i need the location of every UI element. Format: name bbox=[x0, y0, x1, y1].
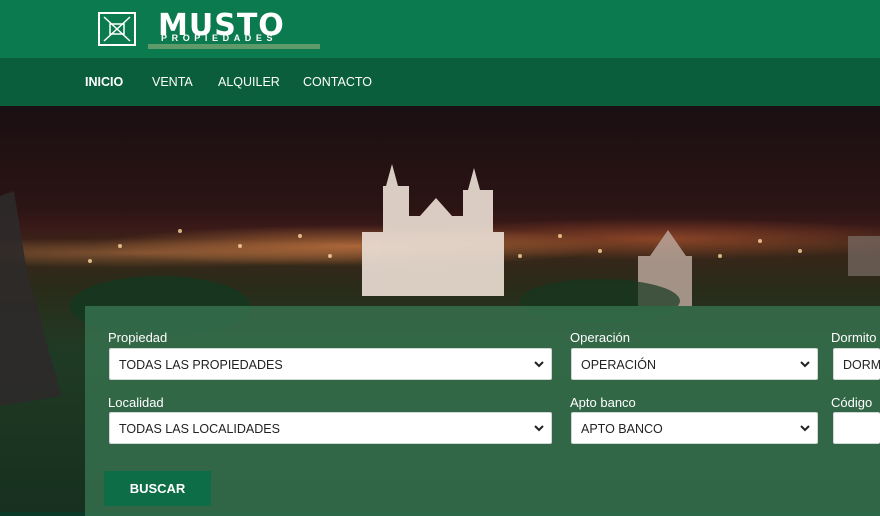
chevron-down-icon bbox=[800, 425, 810, 432]
localidad-label: Localidad bbox=[108, 395, 164, 410]
top-bar: MUSTO PROPIEDADES bbox=[0, 0, 880, 58]
nav-item-alquiler[interactable]: ALQUILER bbox=[218, 75, 280, 89]
dormitorios-select-value: DORM bbox=[843, 358, 880, 372]
nav-item-contacto[interactable]: CONTACTO bbox=[303, 75, 372, 89]
operacion-label: Operación bbox=[570, 330, 630, 345]
codigo-label: Código bbox=[831, 395, 873, 410]
codigo-input[interactable] bbox=[833, 412, 880, 444]
operacion-select[interactable]: OPERACIÓN bbox=[571, 348, 818, 380]
brand-tagline: PROPIEDADES bbox=[161, 33, 278, 43]
logo-mark-icon bbox=[98, 12, 136, 46]
chevron-down-icon bbox=[534, 361, 544, 368]
apto-banco-select[interactable]: APTO BANCO bbox=[571, 412, 818, 444]
dormitorios-label: Dormito bbox=[831, 330, 877, 345]
dormitorios-select[interactable]: DORM bbox=[833, 348, 880, 380]
localidad-select[interactable]: TODAS LAS LOCALIDADES bbox=[109, 412, 552, 444]
operacion-select-value: OPERACIÓN bbox=[581, 358, 657, 372]
brand-logo[interactable]: MUSTO PROPIEDADES bbox=[98, 8, 338, 52]
chevron-down-icon bbox=[534, 425, 544, 432]
apto-banco-select-value: APTO BANCO bbox=[581, 422, 663, 436]
localidad-select-value: TODAS LAS LOCALIDADES bbox=[119, 422, 280, 436]
main-nav: INICIO VENTA ALQUILER CONTACTO bbox=[0, 58, 880, 106]
nav-item-inicio[interactable]: INICIO bbox=[85, 75, 123, 89]
nav-item-venta[interactable]: VENTA bbox=[152, 75, 193, 89]
propiedad-select-value: TODAS LAS PROPIEDADES bbox=[119, 358, 283, 372]
chevron-down-icon bbox=[800, 361, 810, 368]
buscar-button[interactable]: BUSCAR bbox=[104, 471, 211, 506]
logo-underline bbox=[148, 44, 320, 49]
apto-banco-label: Apto banco bbox=[570, 395, 636, 410]
propiedad-select[interactable]: TODAS LAS PROPIEDADES bbox=[109, 348, 552, 380]
propiedad-label: Propiedad bbox=[108, 330, 168, 345]
